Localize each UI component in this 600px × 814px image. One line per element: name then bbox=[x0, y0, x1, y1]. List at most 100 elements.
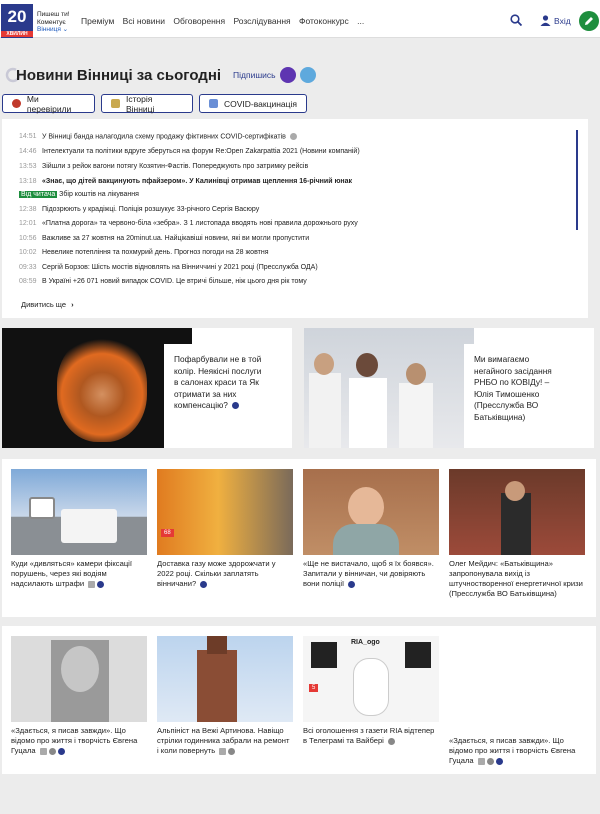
main-nav: Преміум Всі новини Обговорення Розслідув… bbox=[81, 16, 370, 26]
star-icon bbox=[348, 580, 356, 588]
news-time: 14:46 bbox=[19, 148, 37, 155]
card-headline: «Здається, я писав завжди». Що відомо пр… bbox=[449, 736, 576, 765]
news-headline: «Знає, що дітей вакцинують пфайзером». У… bbox=[42, 178, 353, 185]
news-headline: Зійшли з рейок вагони потягу Козятин-Фас… bbox=[42, 163, 309, 170]
comment-icon bbox=[228, 747, 236, 755]
card-headline: «Здається, я писав завжди». Що відомо пр… bbox=[11, 726, 138, 755]
news-time: 13:53 bbox=[19, 163, 37, 170]
news-item[interactable]: 09:33 Сергій Борзов: Шість мостів відновл… bbox=[19, 264, 318, 271]
news-item[interactable]: 10:02 Невелике потепління та похмурий ден… bbox=[19, 249, 269, 256]
star-icon bbox=[200, 580, 208, 588]
featured-image bbox=[304, 328, 474, 448]
news-headline: «Платна дорога» та червоно-біла «зебра».… bbox=[42, 220, 358, 227]
featured-card[interactable]: Пофарбували не в той колір. Неякісні пос… bbox=[2, 328, 292, 448]
news-headline: В Україні +26 071 новий випадок COVID. Ц… bbox=[42, 278, 307, 285]
news-time: 12:38 bbox=[19, 206, 37, 213]
city-selector[interactable]: Вінниця ⌄ bbox=[37, 26, 70, 34]
star-icon bbox=[495, 757, 503, 765]
image-badge: 68 bbox=[161, 529, 174, 537]
card-image bbox=[157, 636, 293, 722]
featured-caption: Пофарбували не в той колір. Неякісні пос… bbox=[164, 344, 276, 448]
news-item[interactable]: 14:51 У Вінниці банда налагодила схему пр… bbox=[19, 133, 297, 140]
card-headline: Доставка газу може здорожчати у 2022 роц… bbox=[157, 559, 276, 588]
check-icon bbox=[12, 99, 21, 108]
news-card[interactable]: Альпініст на Вежі Артинова. Навіщо стріл… bbox=[157, 636, 293, 756]
card-image bbox=[303, 469, 439, 555]
news-time: 10:56 bbox=[19, 235, 37, 242]
news-item[interactable]: 14:46 Інтелектуали та політики вдруге збе… bbox=[19, 148, 360, 155]
logo-subtext: ХВИЛИН bbox=[1, 31, 33, 37]
news-headline: Невелике потепління та похмурий день. Пр… bbox=[42, 249, 269, 256]
news-card[interactable]: RIA_ogo 5 Всі оголошення з газети RIA ві… bbox=[303, 636, 439, 746]
news-item[interactable]: 13:53 Зійшли з рейок вагони потягу Козяти… bbox=[19, 163, 308, 170]
star-icon bbox=[97, 580, 105, 588]
chip-covid[interactable]: COVID-вакцинація bbox=[199, 94, 307, 113]
news-headline: Важливе за 27 жовтня на 20minut.ua. Найц… bbox=[42, 235, 310, 242]
news-time: 10:02 bbox=[19, 249, 37, 256]
page-title-row: Новини Вінниці за сьогодні Підпишись bbox=[4, 60, 316, 90]
card-headline: Всі оголошення з газети RIA відтепер в Т… bbox=[303, 726, 435, 745]
comment-icon bbox=[486, 757, 494, 765]
chip-label: Ми перевірили bbox=[26, 93, 72, 114]
card-headline: Олег Мейдич: «Батьківщина» запропонувала… bbox=[449, 559, 583, 598]
news-card[interactable]: Олег Мейдич: «Батьківщина» запропонувала… bbox=[449, 469, 585, 599]
news-item[interactable]: 13:18 «Знає, що дітей вакцинують пфайзеро… bbox=[19, 178, 352, 185]
news-card[interactable]: «Ще не вистачало, щоб я їх боявся». Запи… bbox=[303, 469, 439, 589]
logo-text: 20 bbox=[7, 7, 27, 26]
news-time: 12:01 bbox=[19, 220, 37, 227]
news-grid-2: «Здається, я писав завжди». Що відомо пр… bbox=[2, 626, 596, 774]
card-image: RIA_ogo 5 bbox=[303, 636, 439, 722]
subscribe-label: Підпишись bbox=[233, 70, 276, 80]
news-card[interactable]: «Здається, я писав завжди». Що відомо пр… bbox=[11, 636, 147, 756]
news-time: 09:33 bbox=[19, 264, 37, 271]
news-item[interactable]: 10:56 Важливе за 27 жовтня на 20minut.ua.… bbox=[19, 235, 309, 242]
city-tagline[interactable]: Пишеш ти! Коментує Вінниця ⌄ bbox=[37, 11, 70, 34]
site-logo[interactable]: 20 ХВИЛИН bbox=[1, 4, 33, 38]
chip-history[interactable]: Історія Вінниці bbox=[101, 93, 193, 114]
nav-more[interactable]: ... bbox=[357, 16, 364, 26]
search-icon[interactable] bbox=[510, 14, 522, 26]
news-headline: Збір коштів на лікування bbox=[59, 191, 139, 198]
news-headline: Сергій Борзов: Шість мостів відновлять н… bbox=[42, 264, 318, 271]
book-icon bbox=[111, 99, 120, 108]
chip-label: Історія Вінниці bbox=[125, 93, 155, 114]
nav-photo-contest[interactable]: Фотоконкурс bbox=[299, 16, 349, 26]
news-item[interactable]: 12:38 Підозрюють у крадіжці. Поліція розш… bbox=[19, 206, 259, 213]
see-more-label: Дивитись ще bbox=[21, 300, 67, 309]
write-post-button[interactable] bbox=[579, 11, 599, 31]
news-card[interactable]: Куди «дивляться» камери фіксації порушен… bbox=[11, 469, 147, 589]
news-item[interactable]: 12:01 «Платна дорога» та червоно-біла «зе… bbox=[19, 220, 358, 227]
news-item[interactable]: Від читача Збір коштів на лікування bbox=[19, 191, 139, 198]
featured-headline: Пофарбували не в той колір. Неякісні пос… bbox=[174, 354, 262, 410]
news-headline: Інтелектуали та політики вдруге зберутьс… bbox=[42, 148, 360, 155]
news-item[interactable]: 08:59 В Україні +26 071 новий випадок COV… bbox=[19, 278, 307, 285]
news-grid-1: Куди «дивляться» камери фіксації порушен… bbox=[2, 459, 596, 617]
news-card[interactable]: 68 Доставка газу може здорожчати у 2022 … bbox=[157, 469, 293, 589]
nav-discussions[interactable]: Обговорення bbox=[173, 16, 225, 26]
news-headline: Підозрюють у крадіжці. Поліція розшукує … bbox=[42, 206, 260, 213]
nav-investigations[interactable]: Розслідування bbox=[233, 16, 290, 26]
card-image: 68 bbox=[157, 469, 293, 555]
ria-logo-text: RIA_ogo bbox=[351, 639, 380, 646]
see-more-link[interactable]: Дивитись ще › bbox=[21, 300, 74, 309]
photo-icon bbox=[289, 133, 297, 140]
syringe-icon bbox=[209, 99, 218, 108]
feed-scrollbar[interactable] bbox=[576, 130, 578, 230]
comment-icon bbox=[388, 737, 395, 745]
card-image bbox=[11, 469, 147, 555]
site-header: 20 ХВИЛИН Пишеш ти! Коментує Вінниця ⌄ П… bbox=[0, 0, 600, 38]
news-card[interactable]: «Здається, я писав завжди». Що відомо пр… bbox=[449, 732, 585, 766]
card-headline: «Ще не вистачало, щоб я їх боявся». Запи… bbox=[303, 559, 434, 588]
featured-card[interactable]: Ми вимагаємо негайного засідання РНБО по… bbox=[304, 328, 594, 448]
nav-all-news[interactable]: Всі новини bbox=[123, 16, 165, 26]
telegram-icon[interactable] bbox=[299, 67, 316, 83]
chip-we-checked[interactable]: Ми перевірили bbox=[2, 93, 95, 114]
pencil-icon bbox=[585, 17, 593, 25]
viber-icon[interactable] bbox=[279, 67, 296, 83]
featured-headline: Ми вимагаємо негайного засідання РНБО по… bbox=[474, 354, 552, 422]
nav-premium[interactable]: Преміум bbox=[81, 16, 114, 26]
topic-chips: Ми перевірили Історія Вінниці COVID-вакц… bbox=[2, 93, 307, 114]
photo-icon bbox=[219, 747, 227, 755]
chevron-right-icon: › bbox=[71, 300, 74, 309]
login-button[interactable]: Вхід bbox=[540, 15, 571, 26]
